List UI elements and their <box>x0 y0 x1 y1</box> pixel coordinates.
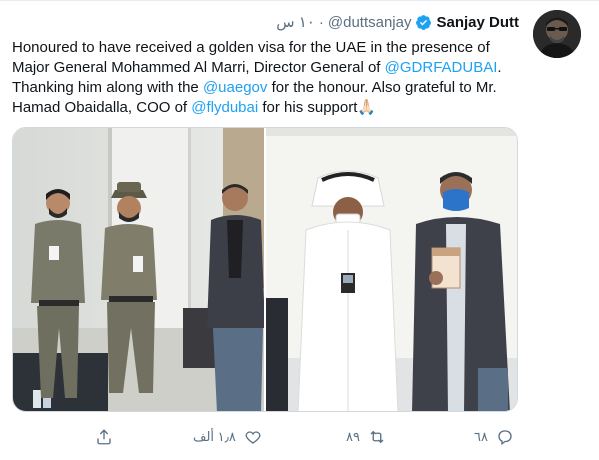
mention-flydubai[interactable]: @flydubai <box>191 99 258 116</box>
mention-uaegov[interactable]: @uaegov <box>203 79 267 96</box>
tweet[interactable]: ١٠ س · @duttsanjay Sanjay Dutt Honoured … <box>0 0 599 460</box>
verified-badge-icon <box>416 14 432 30</box>
avatar[interactable] <box>533 10 581 58</box>
separator: · <box>318 13 324 31</box>
tweet-text-part: for his support🙏🏻 <box>258 99 377 116</box>
mention-gdrfadubai[interactable]: @GDRFADUBAI <box>385 59 498 76</box>
divider <box>0 0 599 1</box>
tweet-actions: ١٫٨ ألف ٨٩ ٦٨ <box>0 425 599 449</box>
tweet-text: Honoured to have received a golden visa … <box>12 38 517 118</box>
retweet-button[interactable]: ٨٩ <box>346 425 386 449</box>
display-name[interactable]: Sanjay Dutt <box>436 14 519 31</box>
share-button[interactable] <box>95 425 113 449</box>
reply-button[interactable]: ٦٨ <box>474 425 514 449</box>
retweet-count: ٨٩ <box>346 429 360 444</box>
reply-icon <box>498 430 512 446</box>
media-photo-right[interactable] <box>266 128 517 411</box>
like-button[interactable]: ١٫٨ ألف <box>193 425 262 449</box>
tweet-media[interactable] <box>12 127 518 412</box>
heart-icon <box>245 431 261 444</box>
tweet-time[interactable]: ١٠ س <box>276 13 315 31</box>
user-handle[interactable]: @duttsanjay <box>328 14 412 31</box>
avatar-photo <box>533 10 581 58</box>
share-icon <box>97 429 111 445</box>
reply-count: ٦٨ <box>474 429 488 444</box>
like-count: ١٫٨ ألف <box>193 429 236 444</box>
tweet-header: ١٠ س · @duttsanjay Sanjay Dutt <box>276 12 519 32</box>
retweet-icon <box>370 430 384 444</box>
media-photo-left[interactable] <box>13 128 264 411</box>
photo-officers <box>13 128 264 411</box>
photo-passport <box>266 128 517 411</box>
